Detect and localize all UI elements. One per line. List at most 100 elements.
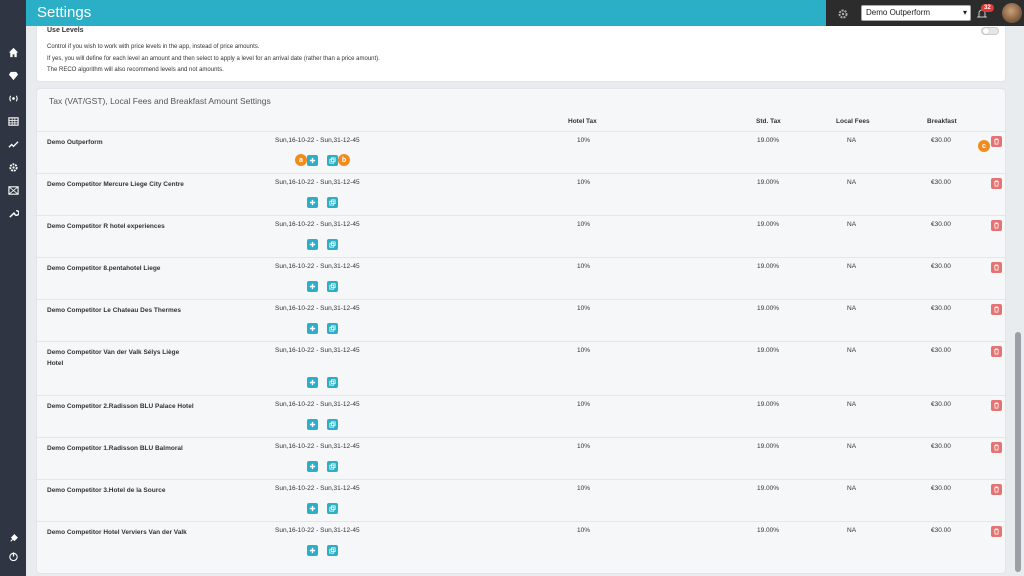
delete-button[interactable]	[991, 262, 1002, 273]
add-period-button[interactable]	[307, 461, 318, 472]
use-levels-desc-1: Control if you wish to work with price l…	[47, 44, 260, 50]
std-tax-value: 19.00%	[757, 263, 780, 270]
marker-b: b	[338, 154, 350, 166]
hotel-tax-value: 10%	[577, 263, 591, 270]
hotel-name: Demo Competitor Hotel Verviers Van der V…	[47, 529, 187, 536]
hotel-name: Demo Competitor Mercure Liege City Centr…	[47, 181, 184, 188]
marker-c: c	[978, 140, 990, 152]
add-period-button[interactable]	[307, 239, 318, 250]
table-row: Demo Competitor 8.pentahotel Liege Sun,16…	[37, 257, 1007, 299]
period-range: Sun,16-10-22 - Sun,31-12-45	[275, 527, 360, 534]
local-fees-value: NA	[847, 137, 857, 144]
hotel-name: Demo Competitor 3.Hotel de la Source	[47, 487, 166, 494]
hotel-name: Demo Competitor R hotel experiences	[47, 223, 165, 230]
copy-period-button[interactable]	[327, 377, 338, 388]
hotel-tax-value: 10%	[577, 137, 591, 144]
broadcast-icon[interactable]	[6, 91, 20, 105]
hotel-select[interactable]: Demo Outperform ▾	[861, 5, 971, 21]
hotel-name: Demo Competitor Van der Valk Sélys Liège…	[47, 349, 180, 367]
table-row: Demo Competitor 1.Radisson BLU Balmoral S…	[37, 437, 1007, 479]
col-breakfast: Breakfast	[927, 118, 957, 125]
period-range: Sun,16-10-22 - Sun,31-12-45	[275, 263, 360, 270]
hotel-name: Demo Competitor 1.Radisson BLU Balmoral	[47, 445, 183, 452]
period-range: Sun,16-10-22 - Sun,31-12-45	[275, 221, 360, 228]
copy-period-button[interactable]	[327, 461, 338, 472]
chart-line-icon[interactable]	[6, 137, 20, 151]
plug-icon[interactable]	[6, 531, 20, 545]
copy-period-button[interactable]	[327, 239, 338, 250]
local-fees-value: NA	[847, 347, 857, 354]
gear-icon[interactable]	[6, 160, 20, 174]
local-fees-value: NA	[847, 179, 857, 186]
use-levels-desc-2: If yes, you will define for each level a…	[47, 56, 380, 62]
home-icon[interactable]	[6, 45, 20, 59]
copy-period-button[interactable]	[327, 545, 338, 556]
col-local-fees: Local Fees	[836, 118, 870, 125]
delete-button[interactable]	[991, 346, 1002, 357]
copy-period-button[interactable]	[327, 419, 338, 430]
use-levels-title: Use Levels	[47, 27, 84, 34]
copy-period-button[interactable]	[327, 155, 338, 166]
delete-button[interactable]	[991, 178, 1002, 189]
std-tax-value: 19.00%	[757, 137, 780, 144]
hotel-tax-value: 10%	[577, 443, 591, 450]
add-period-button[interactable]	[307, 281, 318, 292]
add-period-button[interactable]	[307, 197, 318, 208]
diamond-icon[interactable]	[6, 68, 20, 82]
std-tax-value: 19.00%	[757, 527, 780, 534]
table-row: Demo Competitor Hotel Verviers Van der V…	[37, 521, 1007, 565]
image-icon[interactable]	[6, 183, 20, 197]
hotel-tax-value: 10%	[577, 305, 591, 312]
sidebar	[0, 0, 26, 576]
table-row: Demo Competitor Mercure Liege City Centr…	[37, 173, 1007, 215]
std-tax-value: 19.00%	[757, 305, 780, 312]
power-icon[interactable]	[6, 549, 20, 563]
breakfast-value: €30.00	[931, 443, 951, 450]
period-range: Sun,16-10-22 - Sun,31-12-45	[275, 137, 360, 144]
hotel-tax-value: 10%	[577, 221, 591, 228]
add-period-button[interactable]	[307, 377, 318, 388]
table-icon[interactable]	[6, 114, 20, 128]
avatar[interactable]	[1002, 3, 1022, 23]
table-row: Demo Competitor Van der Valk Sélys Liège…	[37, 341, 1007, 395]
hotel-name: Demo Competitor Le Chateau Des Thermes	[47, 307, 182, 314]
copy-period-button[interactable]	[327, 323, 338, 334]
wrench-icon[interactable]	[6, 206, 20, 220]
add-period-button[interactable]	[307, 545, 318, 556]
use-levels-toggle[interactable]	[981, 27, 999, 35]
copy-period-button[interactable]	[327, 197, 338, 208]
copy-period-button[interactable]	[327, 281, 338, 292]
add-period-button[interactable]	[307, 419, 318, 430]
delete-button[interactable]	[991, 526, 1002, 537]
period-range: Sun,16-10-22 - Sun,31-12-45	[275, 305, 360, 312]
hotel-tax-value: 10%	[577, 527, 591, 534]
hotel-tax-value: 10%	[577, 179, 591, 186]
breakfast-value: €30.00	[931, 305, 951, 312]
table-row: Demo Competitor R hotel experiences Sun,1…	[37, 215, 1007, 257]
delete-button[interactable]	[991, 304, 1002, 315]
delete-button[interactable]	[991, 442, 1002, 453]
delete-button[interactable]	[991, 136, 1002, 147]
delete-button[interactable]	[991, 400, 1002, 411]
breakfast-value: €30.00	[931, 401, 951, 408]
use-levels-desc-3: The RECO algorithm will also recommend l…	[47, 67, 224, 73]
copy-period-button[interactable]	[327, 503, 338, 514]
delete-button[interactable]	[991, 220, 1002, 231]
hotel-name: Demo Competitor 2.Radisson BLU Palace Ho…	[47, 403, 194, 410]
std-tax-value: 19.00%	[757, 347, 780, 354]
hotel-select-value: Demo Outperform	[866, 8, 931, 17]
delete-button[interactable]	[991, 484, 1002, 495]
period-range: Sun,16-10-22 - Sun,31-12-45	[275, 401, 360, 408]
table-row: Demo Competitor 3.Hotel de la Source Sun,…	[37, 479, 1007, 521]
table-row: Demo Competitor Le Chateau Des Thermes Su…	[37, 299, 1007, 341]
std-tax-value: 19.00%	[757, 443, 780, 450]
std-tax-value: 19.00%	[757, 401, 780, 408]
content-area: Use Levels Control if you wish to work w…	[26, 26, 1012, 576]
add-period-button[interactable]	[307, 323, 318, 334]
add-period-button[interactable]	[307, 155, 318, 166]
breakfast-value: €30.00	[931, 527, 951, 534]
col-std-tax: Std. Tax	[756, 118, 781, 125]
scrollbar-thumb[interactable]	[1015, 332, 1021, 572]
settings-gear-icon[interactable]	[837, 7, 849, 19]
add-period-button[interactable]	[307, 503, 318, 514]
